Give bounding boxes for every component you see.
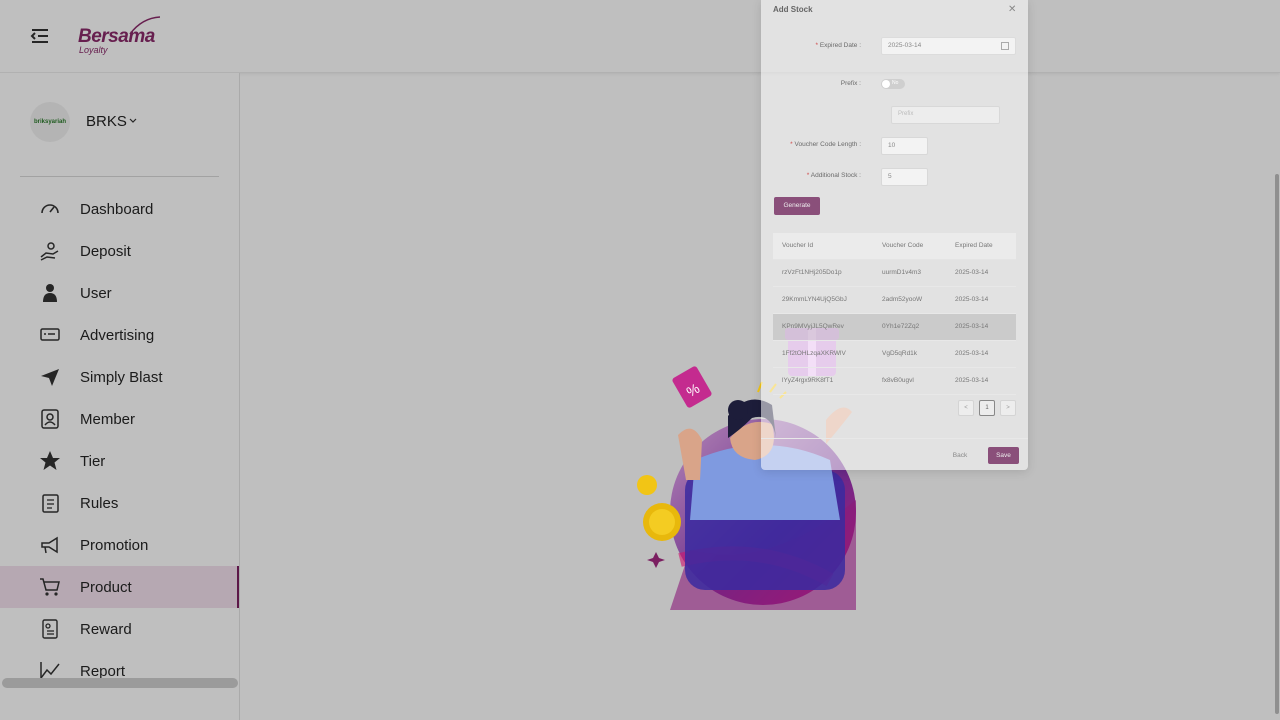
save-button[interactable]: Save [988, 447, 1019, 464]
generate-button[interactable]: Generate [774, 197, 820, 215]
pagination-page-button[interactable]: 1 [979, 400, 995, 416]
scrollbar-thumb[interactable] [1275, 174, 1279, 714]
voucher-code-cell: uurmD1v4m3 [882, 269, 922, 276]
table-row[interactable]: 1Ff2tOHLzqaXKRWlV VgD5qRd1k 2025-03-14 [773, 341, 1016, 368]
page-vertical-scrollbar[interactable] [1274, 72, 1280, 720]
pagination-next-button[interactable]: > [1000, 400, 1016, 416]
toggle-knob [882, 80, 890, 88]
table-row[interactable]: lYyZ4rgx9RK8fT1 fx8vB0ugvl 2025-03-14 [773, 368, 1016, 395]
expired-date-cell: 2025-03-14 [955, 269, 989, 276]
table-row[interactable]: 29KmmLYN4UjQ5GbJ 2adm52yooW 2025-03-14 [773, 287, 1016, 314]
voucher-length-input[interactable]: 10 [881, 137, 928, 155]
expired-date-cell: 2025-03-14 [955, 323, 989, 330]
voucher-id-cell: lYyZ4rgx9RK8fT1 [782, 377, 834, 384]
voucher-code-cell: fx8vB0ugvl [882, 377, 914, 384]
additional-stock-label: * Additional Stock : [806, 172, 861, 179]
table-row[interactable]: rzVzFt1NHj205Do1p uurmD1v4m3 2025-03-14 [773, 260, 1016, 287]
table-header: Voucher Id Voucher Code Expired Date [773, 233, 1016, 260]
add-stock-modal: Add Stock ✕ * Expired Date : 2025-03-14 … [761, 0, 1028, 470]
column-header: Expired Date [955, 242, 993, 249]
prefix-placeholder: Prefix [898, 111, 914, 117]
additional-stock-input[interactable]: 5 [881, 168, 928, 186]
column-header: Voucher Id [782, 242, 814, 249]
expired-date-cell: 2025-03-14 [955, 296, 989, 303]
calendar-icon [1001, 42, 1009, 50]
expired-date-cell: 2025-03-14 [955, 350, 989, 357]
voucher-id-cell: 29KmmLYN4UjQ5GbJ [782, 296, 847, 303]
prefix-toggle[interactable]: No [881, 79, 905, 89]
voucher-code-cell: 2adm52yooW [882, 296, 923, 303]
modal-footer-divider [761, 438, 1028, 439]
voucher-code-cell: VgD5qRd1k [882, 350, 918, 357]
prefix-label: Prefix : [840, 80, 861, 87]
back-button[interactable]: Back [947, 449, 973, 463]
voucher-length-label: * Voucher Code Length : [790, 141, 861, 148]
expired-date-label: * Expired Date : [815, 42, 861, 49]
pagination-prev-button[interactable]: < [958, 400, 974, 416]
voucher-id-cell: 1Ff2tOHLzqaXKRWlV [782, 350, 846, 357]
close-icon[interactable]: ✕ [1008, 4, 1016, 15]
expired-date-picker[interactable]: 2025-03-14 [881, 37, 1016, 55]
voucher-length-value: 10 [888, 142, 896, 149]
column-header: Voucher Code [882, 242, 924, 249]
voucher-code-cell: 0Yh1e72Zq2 [882, 323, 920, 330]
additional-stock-value: 5 [888, 173, 892, 180]
modal-title: Add Stock [773, 5, 813, 14]
voucher-table: Voucher Id Voucher Code Expired Date rzV… [773, 233, 1016, 395]
prefix-input[interactable]: Prefix [891, 106, 1000, 124]
voucher-id-cell: KPn9MVyjJL5QwRev [782, 323, 844, 330]
voucher-id-cell: rzVzFt1NHj205Do1p [782, 269, 842, 276]
toggle-text: No [892, 80, 899, 86]
table-row[interactable]: KPn9MVyjJL5QwRev 0Yh1e72Zq2 2025-03-14 [773, 314, 1016, 341]
expired-date-cell: 2025-03-14 [955, 377, 989, 384]
expired-date-value: 2025-03-14 [888, 42, 922, 49]
